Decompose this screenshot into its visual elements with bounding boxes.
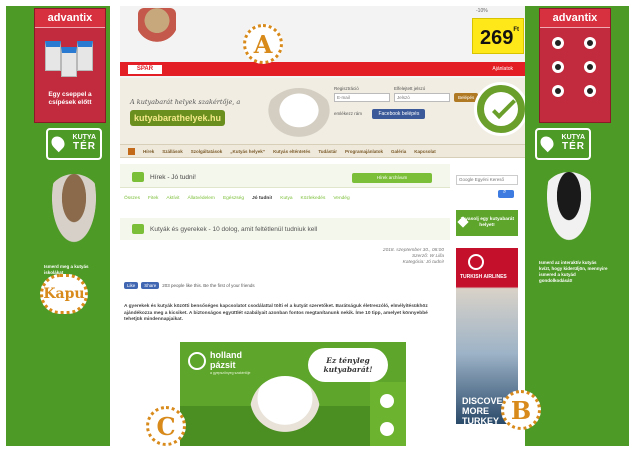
ad-side-panel bbox=[370, 382, 406, 446]
password-field[interactable] bbox=[394, 93, 450, 102]
no-tick-icon bbox=[552, 85, 564, 97]
price-discount: -10% bbox=[476, 8, 488, 14]
login-form: Regisztráció Elfelejtett jelszó Belépés … bbox=[334, 84, 479, 120]
nav-item-programok[interactable]: Programajánlatok bbox=[345, 149, 383, 154]
nav-item-kapcsolat[interactable]: Kapcsolat bbox=[414, 149, 436, 154]
border-collie-image bbox=[541, 172, 597, 252]
news-content: Hírek - Jó tudni! Hírek archívum Összes … bbox=[120, 164, 450, 446]
right-promo-text[interactable]: Ismerd az interaktív kutyás kvízt, hogy … bbox=[539, 260, 609, 284]
search-input[interactable] bbox=[456, 174, 518, 185]
mosquito-icon bbox=[552, 61, 564, 73]
kutyater-link[interactable]: KUTYA TÉR bbox=[535, 128, 591, 160]
advantix-logo: advantix bbox=[540, 9, 610, 28]
article-category: Kategória: Jó tudni! bbox=[402, 260, 444, 265]
nav-item-hirek[interactable]: Hírek bbox=[143, 149, 154, 154]
social-bar: Like Share 203 people like this. Be the … bbox=[124, 282, 255, 289]
tab-kozlekedes[interactable]: Közlekedés bbox=[301, 196, 326, 201]
product-boxes-image bbox=[43, 33, 97, 81]
register-link[interactable]: Regisztráció bbox=[334, 86, 390, 91]
article-meta: 2018. szeptember 30., 08:00 Szerző: W Li… bbox=[383, 248, 444, 266]
airline-name: TURKISH AIRLINES bbox=[460, 274, 507, 280]
white-dog-image bbox=[250, 376, 320, 432]
kutyater-link[interactable]: KUTYA TÉR bbox=[46, 128, 102, 160]
right-advantix-ad[interactable]: advantix bbox=[539, 8, 611, 123]
article-icon bbox=[132, 224, 144, 234]
holland-pazsit-logo: holland pázsit a gyepszőnyeg szakértője bbox=[186, 346, 252, 378]
article-title: Kutyák és gyerekek - 10 dolog, amit felt… bbox=[150, 226, 318, 233]
paw-icon bbox=[380, 422, 394, 436]
right-side-column: advantix KUTYA TÉR Ismerd az interaktív … bbox=[525, 6, 629, 446]
kapu-callout: Kapu bbox=[40, 274, 88, 314]
tab-fitek[interactable]: Fitek bbox=[148, 196, 158, 201]
tick-icon bbox=[552, 37, 564, 49]
kutyabarat-badge-icon bbox=[472, 78, 525, 150]
facebook-login-button[interactable]: Facebook belépés bbox=[372, 109, 426, 119]
callout-c: C bbox=[146, 406, 186, 446]
tab-vendeg[interactable]: Vendég bbox=[333, 196, 349, 201]
left-advantix-ad[interactable]: advantix Egy cseppel a csípések előtt bbox=[34, 8, 106, 123]
nav-item-szolgaltatasok[interactable]: Szolgáltatások bbox=[191, 149, 223, 154]
no-mosquito-icon bbox=[584, 85, 596, 97]
advantix-logo: advantix bbox=[35, 9, 105, 28]
forgot-password-link[interactable]: Elfelejtett jelszó bbox=[394, 86, 425, 91]
flea-icon bbox=[584, 37, 596, 49]
left-side-column: advantix Egy cseppel a csípések előtt KU… bbox=[6, 6, 110, 446]
section-header: Hírek - Jó tudni! Hírek archívum bbox=[120, 164, 450, 188]
sitting-dog-image bbox=[46, 174, 102, 254]
main-page: -10% 269Ft SPAR Ajánlatok A kutyabarát h… bbox=[110, 6, 525, 446]
spar-bar[interactable]: SPAR Ajánlatok bbox=[120, 62, 525, 76]
nav-item-galeria[interactable]: Galéria bbox=[391, 149, 406, 154]
hero-dog-image bbox=[260, 88, 338, 144]
site-tagline: A kutyabarát helyek szakértője, a bbox=[130, 98, 241, 106]
spar-cta[interactable]: Ajánlatok bbox=[492, 65, 513, 74]
site-logo[interactable]: kutyabarathelyek.hu bbox=[130, 110, 226, 126]
spar-logo: SPAR bbox=[128, 65, 162, 74]
paw-icon bbox=[380, 394, 394, 408]
article-header: Kutyák és gyerekek - 10 dolog, amit felt… bbox=[120, 218, 450, 240]
advantix-caption: Egy cseppel a csípések előtt bbox=[48, 91, 92, 106]
nav-item-eltentetes[interactable]: Kutyás elténtetés bbox=[273, 149, 310, 154]
holland-pazsit-ad[interactable]: holland pázsit a gyepszőnyeg szakértője … bbox=[180, 342, 406, 446]
article-lead: A gyerekek és kutyák közötti bensőséges … bbox=[124, 304, 428, 322]
tab-aktivit[interactable]: Aktívit bbox=[166, 196, 179, 201]
home-icon[interactable] bbox=[128, 147, 135, 155]
page-frame: advantix Egy cseppel a csípések előtt KU… bbox=[6, 6, 629, 446]
facebook-share-button[interactable]: Share bbox=[141, 282, 160, 289]
price-value: 269Ft bbox=[480, 27, 520, 49]
section-title: Hírek - Jó tudni! bbox=[150, 174, 196, 181]
like-count-text: 203 people like this. Be the first of yo… bbox=[162, 283, 255, 288]
callout-b: B bbox=[501, 390, 541, 430]
suggest-place-button[interactable]: Javasolj egy kutyabarát helyet! bbox=[456, 210, 518, 236]
remember-me-checkbox[interactable]: emlékezz rám bbox=[334, 111, 362, 116]
pet-food-image bbox=[138, 8, 176, 50]
sandfly-icon bbox=[584, 61, 596, 73]
nav-item-tudastar[interactable]: Tudástár bbox=[318, 149, 337, 154]
nav-item-kutyas-helyek[interactable]: „Kutyás helyek” bbox=[230, 149, 265, 154]
news-icon bbox=[132, 172, 144, 182]
speech-bubble: Ez tényleg kutyabarát! bbox=[308, 348, 388, 382]
tab-kutya[interactable]: Kutya bbox=[280, 196, 292, 201]
site-header: A kutyabarát helyek szakértője, a kutyab… bbox=[120, 78, 525, 144]
tab-osszes[interactable]: Összes bbox=[124, 196, 140, 201]
tab-jo-tudni[interactable]: Jó tudni! bbox=[252, 196, 272, 201]
callout-a: A bbox=[243, 24, 283, 64]
tab-allatvedelem[interactable]: Állatvédelem bbox=[187, 196, 214, 201]
email-field[interactable] bbox=[334, 93, 390, 102]
facebook-like-button[interactable]: Like bbox=[124, 282, 139, 289]
tab-egeszseg[interactable]: Egészség bbox=[223, 196, 244, 201]
main-nav: Hírek Szállások Szolgáltatások „Kutyás h… bbox=[120, 144, 525, 158]
news-archive-button[interactable]: Hírek archívum bbox=[352, 173, 432, 183]
turkish-airlines-logo-icon bbox=[468, 254, 484, 270]
search-button[interactable] bbox=[498, 189, 514, 198]
nav-item-szallasok[interactable]: Szállások bbox=[162, 149, 183, 154]
category-tabs: Összes Fitek Aktívit Állatvédelem Egészs… bbox=[120, 196, 350, 201]
